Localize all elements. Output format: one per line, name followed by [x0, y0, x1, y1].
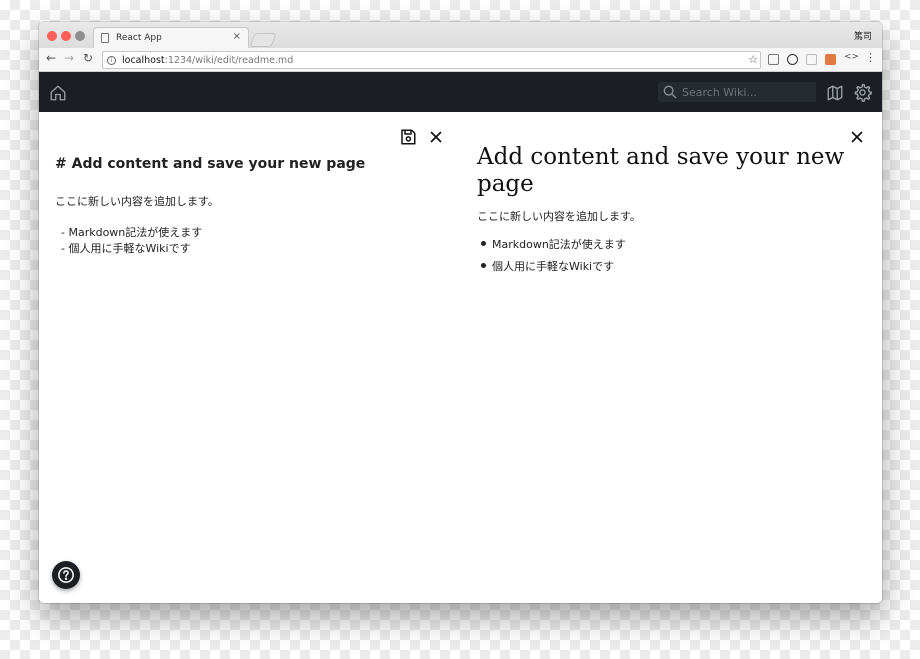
preview-paragraph: ここに新しい内容を追加します。 — [477, 210, 641, 223]
app-header — [39, 72, 882, 112]
forward-button[interactable]: → — [64, 51, 74, 65]
extension-icon[interactable] — [806, 54, 817, 65]
home-icon[interactable] — [49, 84, 67, 102]
preview-pane: Add content and save your new page ここに新し… — [457, 112, 882, 603]
browser-window: React App × 篤司 ← → ↻ i localhost:1234/wi… — [39, 22, 882, 603]
window-close-button[interactable] — [47, 31, 57, 41]
help-button[interactable] — [52, 561, 80, 589]
extension-icon[interactable] — [825, 54, 836, 65]
markdown-editor[interactable]: # Add content and save your new page ここに… — [55, 156, 435, 256]
url-path: :1234/wiki/edit/readme.md — [164, 54, 294, 66]
list-item: 個人用に手軽なWikiです — [477, 258, 626, 280]
devtools-icon[interactable]: <> — [844, 52, 859, 62]
map-icon[interactable] — [826, 84, 844, 102]
main-content: # Add content and save your new page ここに… — [39, 112, 882, 603]
reload-button[interactable]: ↻ — [83, 51, 93, 65]
preview-list: Markdown記法が使えます 個人用に手軽なWikiです — [477, 236, 626, 280]
window-minimize-button[interactable] — [61, 31, 71, 41]
tab-title: React App — [116, 33, 162, 43]
tab-close-icon[interactable]: × — [233, 31, 241, 42]
title-bar: React App × 篤司 — [39, 22, 882, 48]
bookmark-star-icon[interactable]: ☆ — [748, 53, 758, 66]
extension-icon[interactable] — [787, 54, 798, 65]
preview-heading: Add content and save your new page — [477, 144, 845, 197]
address-bar[interactable]: i localhost:1234/wiki/edit/readme.md ☆ — [102, 51, 761, 69]
editor-list-line: - 個人用に手軽なWikiです — [61, 242, 191, 255]
search-box — [658, 82, 816, 102]
help-icon — [58, 567, 74, 583]
search-input[interactable] — [682, 83, 812, 101]
gear-icon[interactable] — [853, 83, 872, 102]
search-icon — [663, 85, 677, 99]
editor-pane[interactable]: # Add content and save your new page ここに… — [39, 112, 457, 603]
editor-heading-line: # Add content and save your new page — [55, 156, 366, 172]
back-button[interactable]: ← — [46, 51, 56, 65]
extension-icon[interactable] — [768, 54, 779, 65]
page-icon — [101, 33, 109, 43]
url-host: localhost — [122, 54, 165, 66]
browser-tab[interactable]: React App × — [93, 27, 249, 48]
window-maximize-button[interactable] — [75, 31, 85, 41]
save-icon[interactable] — [399, 128, 417, 146]
browser-menu-icon[interactable]: ⋮ — [865, 51, 876, 64]
editor-list: - Markdown記法が使えます - 個人用に手軽なWikiです — [55, 224, 435, 256]
editor-list-line: - Markdown記法が使えます — [61, 226, 203, 239]
site-info-icon[interactable]: i — [107, 55, 116, 65]
list-item: Markdown記法が使えます — [477, 236, 626, 258]
profile-name[interactable]: 篤司 — [854, 29, 872, 42]
browser-toolbar: ← → ↻ i localhost:1234/wiki/edit/readme.… — [39, 48, 882, 72]
editor-paragraph-line: ここに新しい内容を追加します。 — [55, 195, 219, 208]
new-tab-button[interactable] — [249, 33, 277, 47]
close-icon[interactable] — [427, 128, 445, 146]
